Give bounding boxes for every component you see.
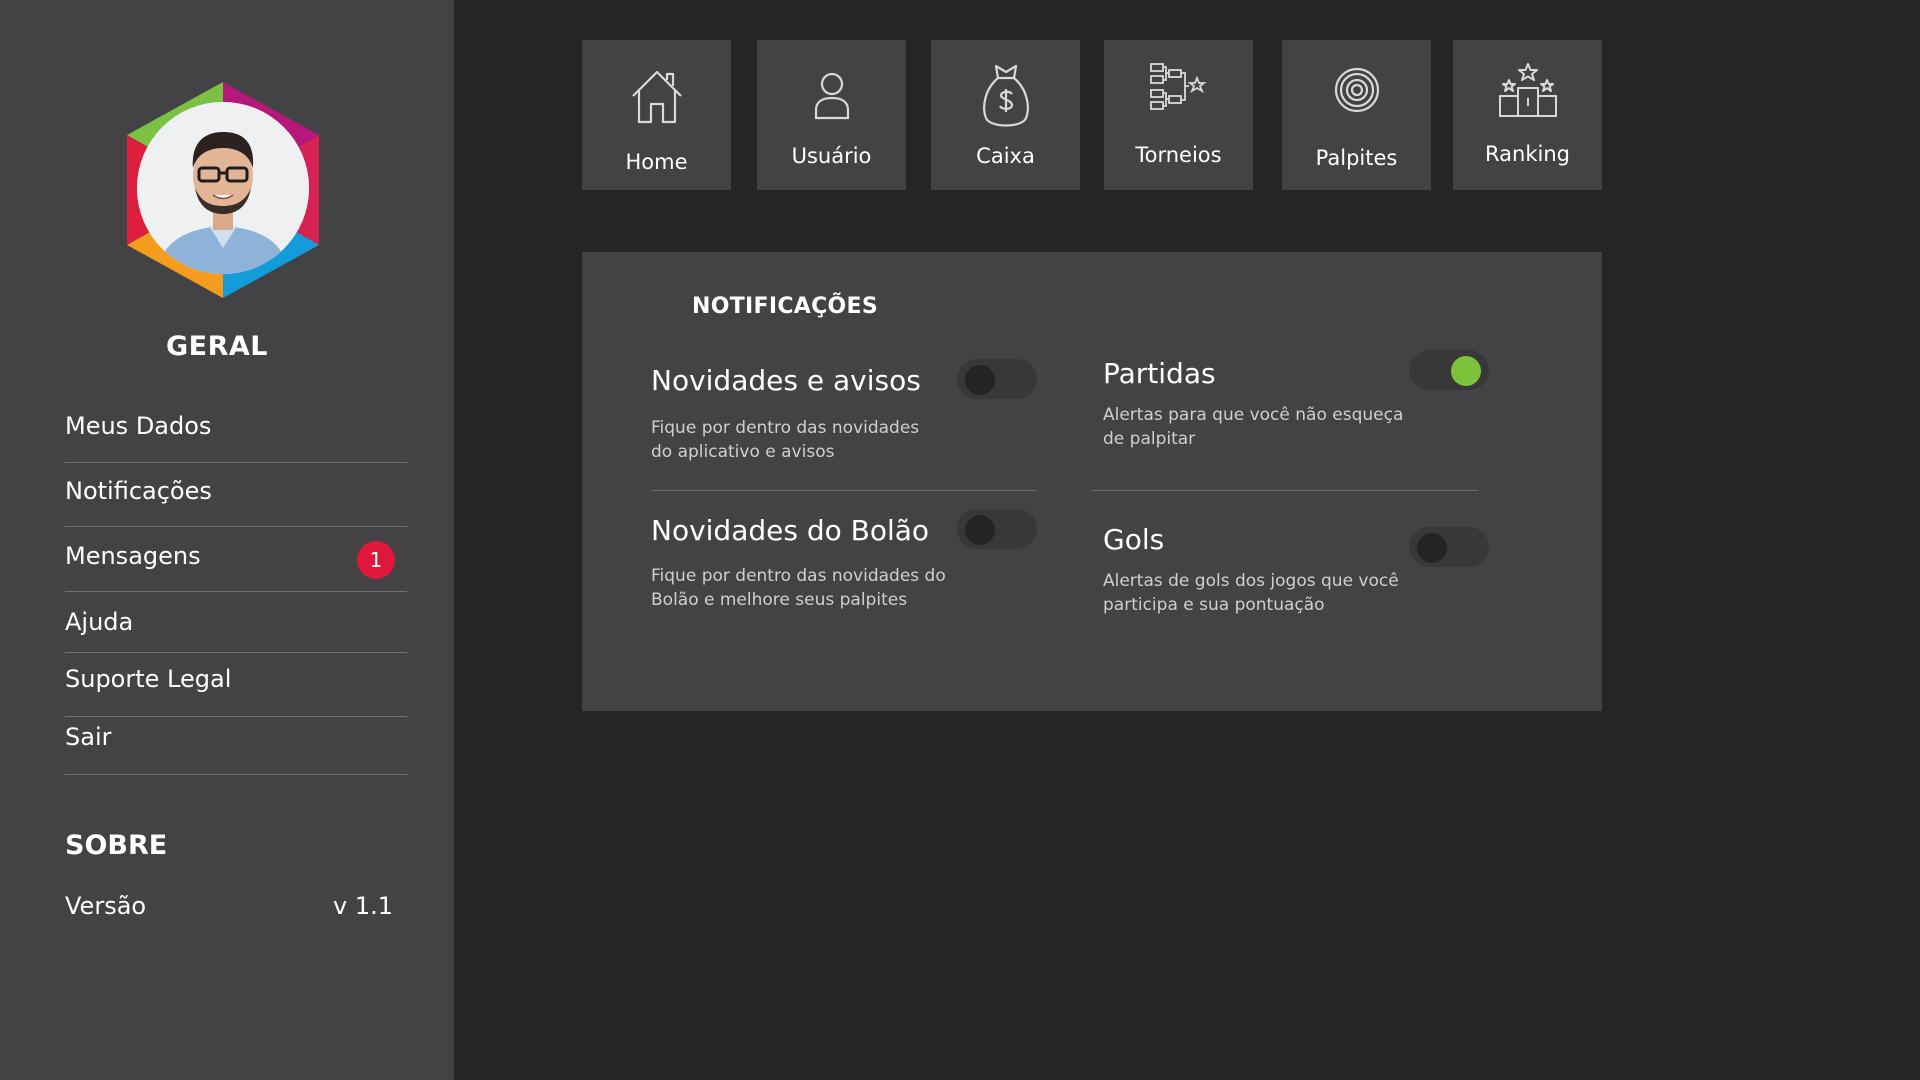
toggle-novidades-avisos[interactable] bbox=[957, 359, 1037, 399]
toggle-partidas[interactable] bbox=[1409, 350, 1489, 390]
podium-icon bbox=[1453, 60, 1602, 132]
toggle-knob bbox=[965, 515, 995, 545]
option-description: Alertas de gols dos jogos que você parti… bbox=[1103, 569, 1423, 617]
option-title: Partidas bbox=[1103, 357, 1216, 390]
option-description: Alertas para que você não esqueça de pal… bbox=[1103, 403, 1423, 451]
sidebar-item-ajuda[interactable]: Ajuda bbox=[65, 592, 407, 653]
nav-tile-label: Palpites bbox=[1315, 146, 1398, 170]
nav-tile-torneios[interactable]: Torneios bbox=[1104, 40, 1253, 190]
toggle-knob bbox=[1417, 533, 1447, 563]
nav-tile-label: Caixa bbox=[976, 144, 1035, 168]
version-label: Versão bbox=[65, 892, 147, 920]
divider bbox=[1092, 490, 1478, 491]
section-title-general: GERAL bbox=[166, 331, 268, 362]
option-title: Novidades e avisos bbox=[651, 364, 921, 397]
sidebar-item-suporte-legal[interactable]: Suporte Legal bbox=[65, 653, 407, 717]
toggle-gols[interactable] bbox=[1409, 527, 1489, 567]
sidebar-item-label: Suporte Legal bbox=[65, 665, 232, 693]
sidebar-item-label: Ajuda bbox=[65, 608, 134, 636]
option-description-line: de palpitar bbox=[1103, 429, 1196, 449]
sidebar-item-sair[interactable]: Sair bbox=[65, 717, 407, 775]
option-description-line: Alertas de gols dos jogos que você bbox=[1103, 571, 1399, 591]
option-description-line: participa e sua pontuação bbox=[1103, 595, 1325, 615]
nav-tile-label: Ranking bbox=[1485, 142, 1570, 166]
sidebar-item-mensagens[interactable]: Mensagens 1 bbox=[65, 527, 407, 592]
sidebar-item-label: Mensagens bbox=[65, 542, 201, 570]
option-description-line: Fique por dentro das novidades do bbox=[651, 566, 946, 586]
option-description-line: Alertas para que você não esqueça bbox=[1103, 405, 1404, 425]
target-icon bbox=[1282, 60, 1431, 132]
nav-tile-ranking[interactable]: Ranking bbox=[1453, 40, 1602, 190]
section-title-about: SOBRE bbox=[65, 830, 168, 861]
sidebar: GERAL Meus Dados Notificações Mensagens … bbox=[0, 0, 454, 1080]
sidebar-item-meus-dados[interactable]: Meus Dados bbox=[65, 400, 407, 463]
nav-tile-usuario[interactable]: Usuário bbox=[757, 40, 906, 190]
sidebar-item-label: Meus Dados bbox=[65, 412, 212, 440]
home-icon bbox=[582, 60, 731, 132]
toggle-knob bbox=[965, 365, 995, 395]
toggle-knob bbox=[1451, 356, 1481, 386]
sidebar-item-notificacoes[interactable]: Notificações bbox=[65, 463, 407, 527]
unread-count-badge: 1 bbox=[357, 541, 395, 579]
version-value: v 1.1 bbox=[333, 892, 393, 920]
sidebar-menu: Meus Dados Notificações Mensagens 1 Ajud… bbox=[65, 400, 407, 775]
nav-tile-label: Home bbox=[625, 150, 688, 174]
notifications-panel: NOTIFICAÇÕES Novidades e avisos Fique po… bbox=[582, 252, 1602, 711]
option-description-line: Fique por dentro das novidades bbox=[651, 418, 920, 438]
sidebar-item-label: Sair bbox=[65, 723, 112, 751]
toggle-novidades-bolao[interactable] bbox=[957, 509, 1037, 549]
option-title: Novidades do Bolão bbox=[651, 514, 930, 547]
panel-title: NOTIFICAÇÕES bbox=[692, 294, 879, 319]
profile-photo bbox=[137, 102, 309, 274]
nav-tile-home[interactable]: Home bbox=[582, 40, 731, 190]
nav-tile-caixa[interactable]: Caixa bbox=[931, 40, 1080, 190]
divider bbox=[652, 490, 1036, 491]
option-description-line: Bolão e melhore seus palpites bbox=[651, 590, 908, 610]
option-description: Fique por dentro das novidades do aplica… bbox=[651, 416, 971, 464]
option-description: Fique por dentro das novidades do Bolão … bbox=[651, 564, 971, 612]
nav-tile-palpites[interactable]: Palpites bbox=[1282, 40, 1431, 190]
option-description-line: do aplicativo e avisos bbox=[651, 442, 835, 462]
avatar[interactable] bbox=[121, 80, 325, 300]
sidebar-item-label: Notificações bbox=[65, 477, 212, 505]
bracket-icon bbox=[1104, 60, 1253, 132]
nav-tile-label: Torneios bbox=[1135, 143, 1222, 167]
user-icon bbox=[757, 60, 906, 132]
nav-tile-label: Usuário bbox=[791, 144, 872, 168]
option-title: Gols bbox=[1103, 523, 1165, 556]
money-bag-icon bbox=[931, 60, 1080, 132]
